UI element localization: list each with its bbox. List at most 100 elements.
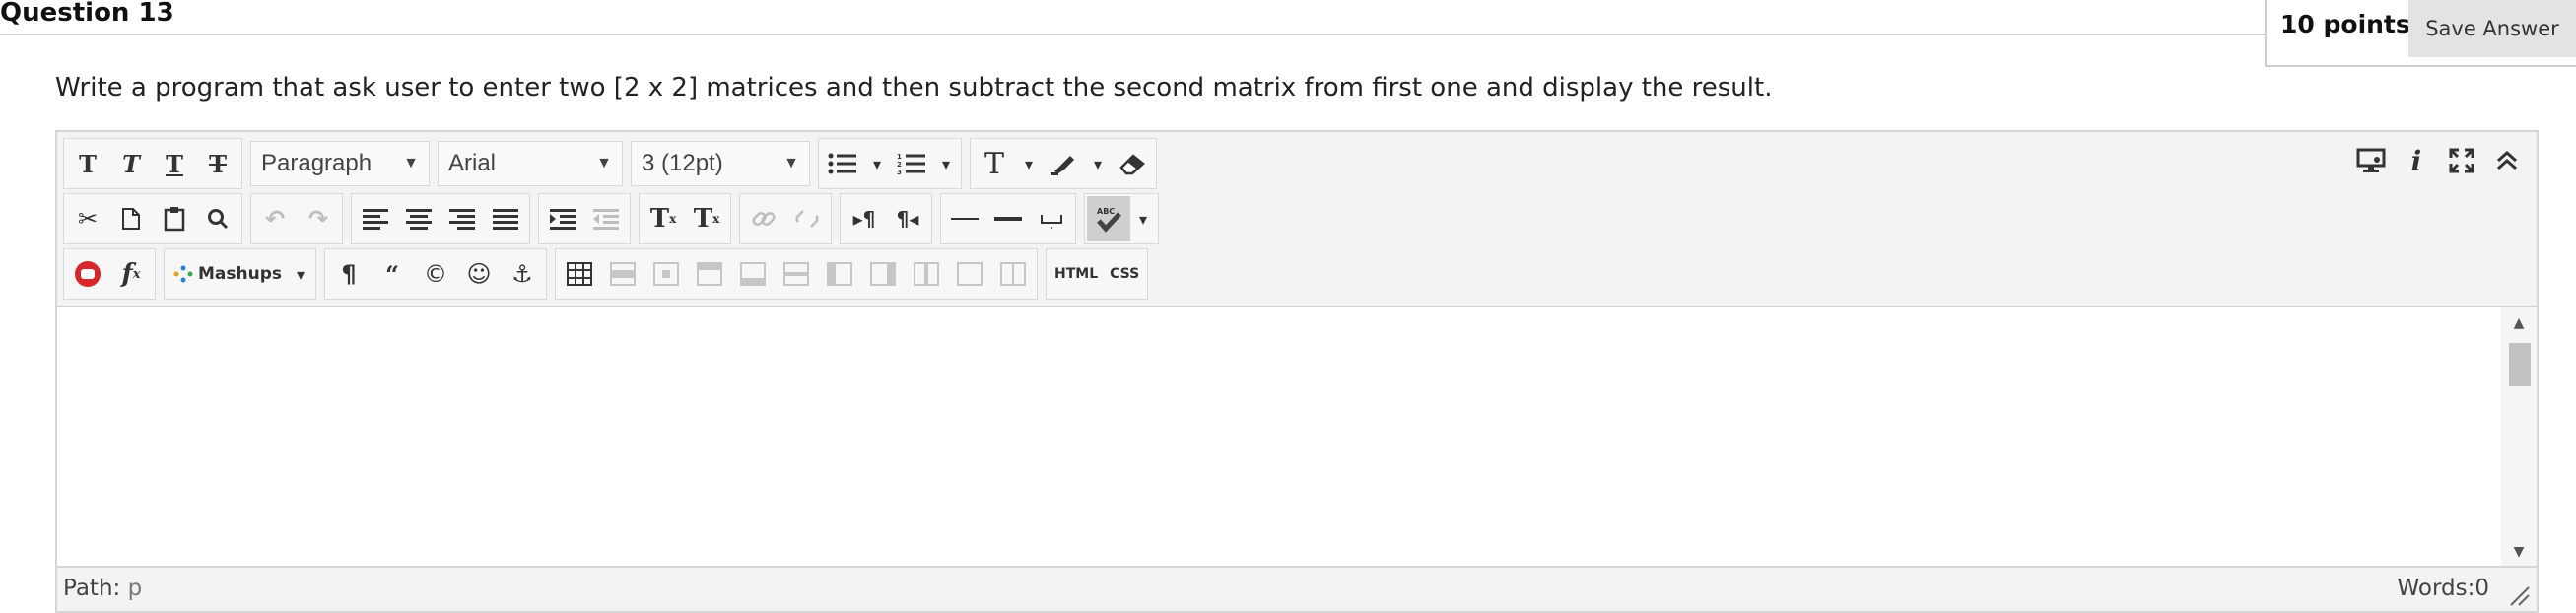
row-before-icon[interactable] bbox=[688, 251, 731, 297]
font-size-dropdown[interactable]: 3 (12pt) ▼ bbox=[631, 141, 810, 186]
alignment-group bbox=[351, 193, 530, 244]
toolbar-row-3: fx Mashups ▾ ¶ “ © ☺ ⚓ HTML CSS bbox=[63, 248, 1154, 300]
chevron-down-icon[interactable]: ▾ bbox=[864, 141, 890, 186]
rich-text-editor: T T T T Paragraph ▼ Arial ▼ 3 (12pt) ▼ ▾… bbox=[55, 130, 2539, 613]
editor-status-bar: Path: p Words:0 bbox=[57, 566, 2537, 611]
font-size-value: 3 (12pt) bbox=[642, 150, 723, 176]
link-group bbox=[739, 193, 832, 244]
header-divider bbox=[0, 34, 2267, 35]
rule-group bbox=[940, 193, 1076, 244]
anchor-icon[interactable]: ⚓ bbox=[501, 251, 544, 297]
spellcheck-icon[interactable]: ABC bbox=[1087, 196, 1130, 241]
highlight-icon[interactable] bbox=[1042, 141, 1085, 186]
paragraph-format-dropdown[interactable]: Paragraph ▼ bbox=[250, 141, 430, 186]
indent-group bbox=[538, 193, 631, 244]
clipboard-group: ✂ bbox=[63, 193, 242, 244]
row-after-icon[interactable] bbox=[731, 251, 775, 297]
text-color-icon[interactable]: T bbox=[973, 141, 1016, 186]
justify-icon[interactable] bbox=[484, 196, 527, 241]
quote-icon[interactable]: “ bbox=[371, 251, 414, 297]
mashups-icon bbox=[173, 265, 193, 283]
paste-icon[interactable] bbox=[153, 196, 196, 241]
scroll-up-icon[interactable]: ▲ bbox=[2501, 311, 2537, 335]
unlink-icon[interactable] bbox=[785, 196, 829, 241]
hr-bold-icon[interactable] bbox=[986, 196, 1030, 241]
subscript-icon[interactable]: Tx bbox=[685, 196, 728, 241]
direction-group: ▸¶ ¶◂ bbox=[840, 193, 932, 244]
bold-icon[interactable]: T bbox=[66, 141, 109, 186]
svg-text:3: 3 bbox=[897, 169, 902, 175]
rtl-icon[interactable]: ¶◂ bbox=[886, 196, 929, 241]
delete-col-icon[interactable] bbox=[905, 251, 948, 297]
mashups-group: Mashups ▾ bbox=[164, 248, 316, 300]
split-cells-icon[interactable] bbox=[948, 251, 991, 297]
strikethrough-icon[interactable]: T bbox=[196, 141, 239, 186]
table-icon[interactable] bbox=[558, 251, 601, 297]
editor-right-tools: i bbox=[2349, 138, 2529, 183]
merge-cells-icon[interactable] bbox=[991, 251, 1035, 297]
italic-icon[interactable]: T bbox=[109, 141, 153, 186]
nbsp-icon[interactable] bbox=[1030, 196, 1073, 241]
copyright-icon[interactable]: © bbox=[414, 251, 457, 297]
mashups-label: Mashups bbox=[198, 264, 282, 284]
pilcrow-icon[interactable]: ¶ bbox=[327, 251, 371, 297]
html-button[interactable]: HTML bbox=[1049, 251, 1104, 297]
chevron-down-icon[interactable]: ▾ bbox=[1130, 196, 1156, 241]
underline-icon[interactable]: T bbox=[153, 141, 196, 186]
chevron-down-icon[interactable]: ▾ bbox=[1016, 141, 1042, 186]
editor-scrollbar[interactable]: ▲ ▼ bbox=[2501, 307, 2537, 568]
info-icon[interactable]: i bbox=[2395, 138, 2438, 183]
path-value: p bbox=[127, 576, 143, 601]
scroll-thumb[interactable] bbox=[2509, 343, 2531, 386]
svg-text:ABC: ABC bbox=[1097, 207, 1115, 216]
superscript-icon[interactable]: Tx bbox=[642, 196, 685, 241]
font-family-dropdown[interactable]: Arial ▼ bbox=[438, 141, 623, 186]
outdent-icon[interactable] bbox=[584, 196, 628, 241]
table-row-props-icon[interactable] bbox=[601, 251, 644, 297]
youtube-icon[interactable] bbox=[66, 251, 109, 297]
align-center-icon[interactable] bbox=[397, 196, 441, 241]
points-box: 10 points Save Answer bbox=[2265, 0, 2576, 67]
chevron-down-icon: ▼ bbox=[403, 155, 419, 171]
link-icon[interactable] bbox=[742, 196, 785, 241]
resize-handle-icon[interactable] bbox=[2507, 583, 2531, 607]
insert-group: ¶ “ © ☺ ⚓ bbox=[324, 248, 547, 300]
align-right-icon[interactable] bbox=[441, 196, 484, 241]
redo-icon[interactable]: ↷ bbox=[297, 196, 340, 241]
hr-icon[interactable] bbox=[943, 196, 986, 241]
save-answer-button[interactable]: Save Answer bbox=[2408, 0, 2576, 57]
ltr-icon[interactable]: ▸¶ bbox=[843, 196, 886, 241]
paragraph-format-value: Paragraph bbox=[261, 150, 373, 176]
copy-icon[interactable] bbox=[109, 196, 153, 241]
bullet-list-icon[interactable] bbox=[821, 141, 864, 186]
cut-icon[interactable]: ✂ bbox=[66, 196, 109, 241]
chevron-down-icon[interactable]: ▾ bbox=[1085, 141, 1111, 186]
emoticon-icon[interactable]: ☺ bbox=[457, 251, 501, 297]
path-display: Path: p bbox=[63, 576, 142, 601]
eraser-icon[interactable] bbox=[1111, 141, 1154, 186]
chevron-down-icon[interactable]: ▾ bbox=[288, 251, 313, 297]
col-before-icon[interactable] bbox=[818, 251, 861, 297]
css-button[interactable]: CSS bbox=[1104, 251, 1145, 297]
chevron-down-icon: ▼ bbox=[596, 155, 612, 171]
formula-icon[interactable]: fx bbox=[109, 251, 153, 297]
chevron-down-icon[interactable]: ▾ bbox=[933, 141, 959, 186]
mashups-button[interactable]: Mashups bbox=[167, 251, 288, 297]
list-group: ▾ 123 ▾ bbox=[818, 138, 962, 189]
preview-icon[interactable] bbox=[2349, 138, 2393, 183]
delete-row-icon[interactable] bbox=[775, 251, 818, 297]
fullscreen-icon[interactable] bbox=[2440, 138, 2483, 183]
collapse-icon[interactable] bbox=[2485, 138, 2529, 183]
col-after-icon[interactable] bbox=[861, 251, 905, 297]
find-icon[interactable] bbox=[196, 196, 239, 241]
align-left-icon[interactable] bbox=[354, 196, 397, 241]
chevron-down-icon: ▼ bbox=[783, 155, 799, 171]
editor-content-area[interactable]: ▲ ▼ bbox=[57, 307, 2537, 568]
svg-text:1: 1 bbox=[897, 153, 902, 161]
path-label: Path: bbox=[63, 576, 121, 601]
undo-icon[interactable]: ↶ bbox=[253, 196, 297, 241]
scroll-down-icon[interactable]: ▼ bbox=[2501, 540, 2537, 564]
numbered-list-icon[interactable]: 123 bbox=[890, 141, 933, 186]
indent-icon[interactable] bbox=[541, 196, 584, 241]
table-cell-props-icon[interactable] bbox=[644, 251, 688, 297]
